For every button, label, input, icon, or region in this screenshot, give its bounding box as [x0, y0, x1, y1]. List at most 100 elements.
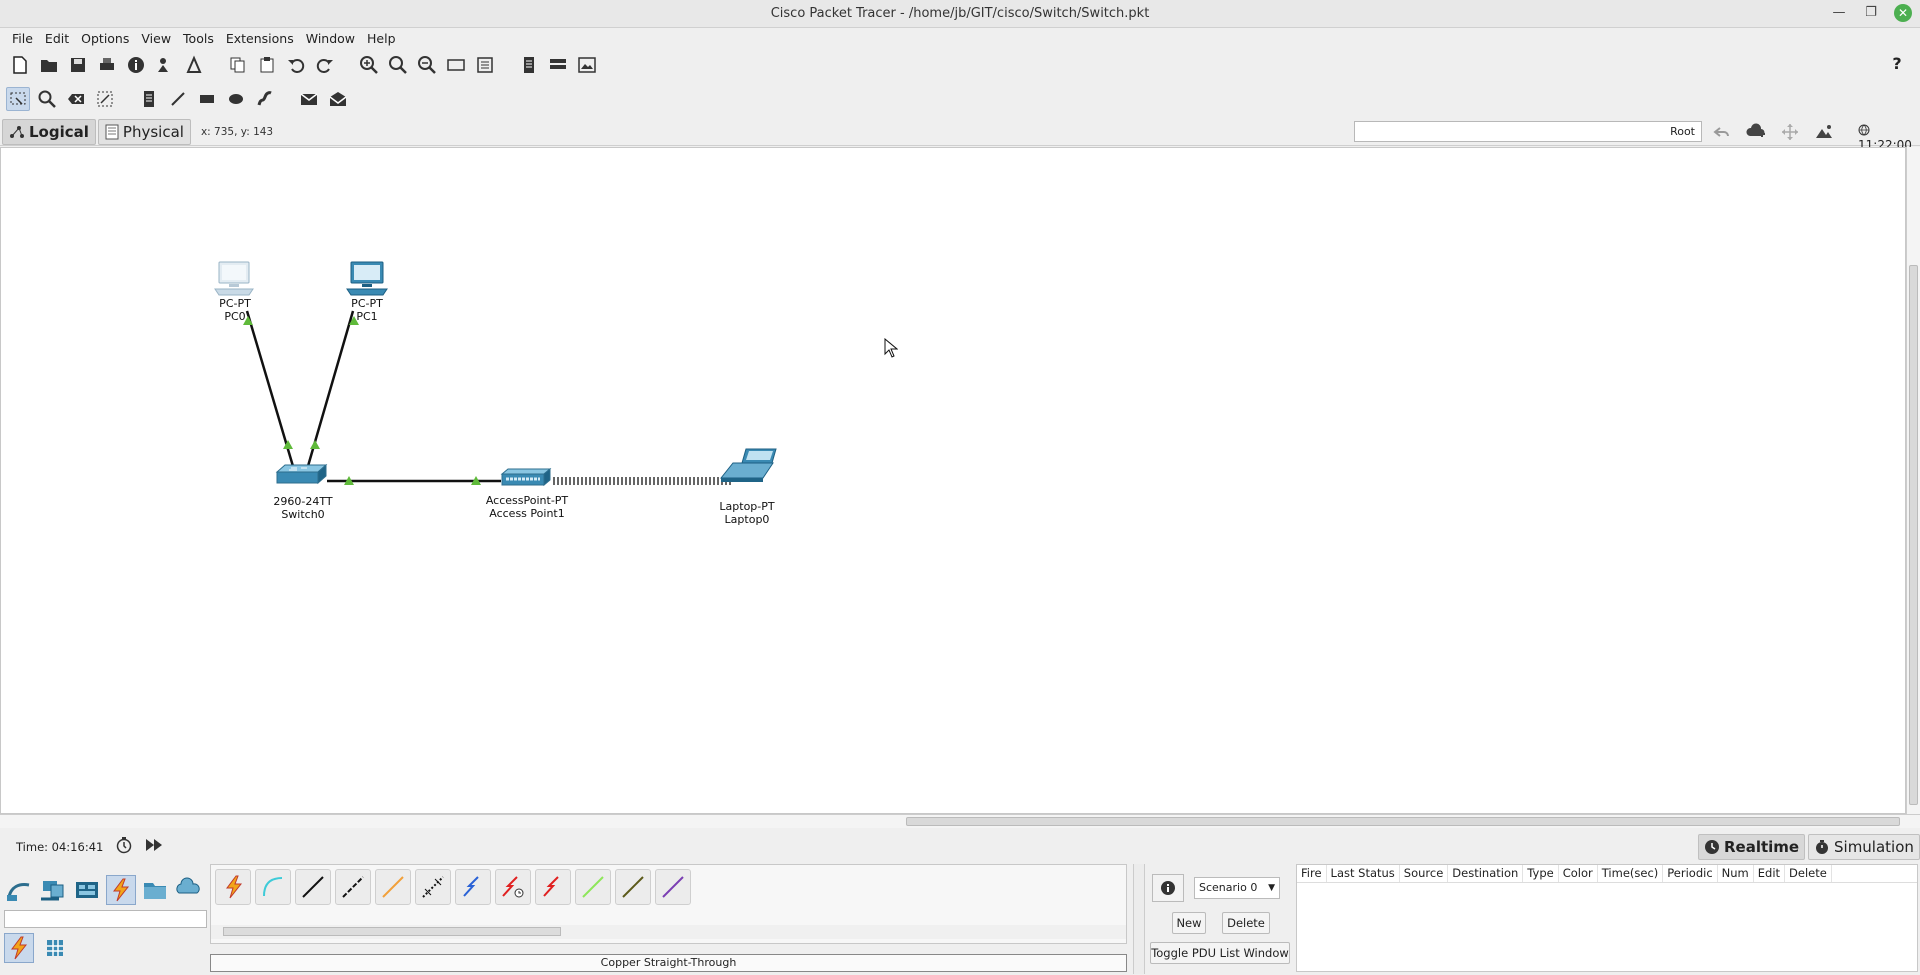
fiber-icon[interactable]: [375, 869, 411, 905]
move-object-icon[interactable]: [1778, 120, 1802, 144]
network-info-icon[interactable]: [546, 53, 570, 77]
panel-divider[interactable]: [1133, 864, 1145, 974]
place-note-icon[interactable]: [137, 87, 161, 111]
col-delete[interactable]: Delete: [1785, 865, 1832, 882]
col-periodic[interactable]: Periodic: [1663, 865, 1718, 882]
zoom-reset-icon[interactable]: [386, 53, 410, 77]
minimize-icon[interactable]: —: [1830, 4, 1848, 22]
col-fire[interactable]: Fire: [1297, 865, 1327, 882]
menu-options[interactable]: Options: [75, 28, 135, 50]
help-icon[interactable]: ?: [1886, 53, 1908, 75]
simulation-mode-button[interactable]: Simulation: [1808, 834, 1920, 860]
console-cable-icon[interactable]: [255, 869, 291, 905]
menu-file[interactable]: File: [6, 28, 39, 50]
end-devices-icon[interactable]: [38, 875, 68, 905]
scenario-select[interactable]: Scenario 0 ▼: [1194, 877, 1280, 899]
freeform-icon[interactable]: [253, 87, 277, 111]
structured-cabling-icon[interactable]: [40, 933, 70, 963]
pc1-icon[interactable]: [346, 261, 388, 296]
coaxial-icon[interactable]: [455, 869, 491, 905]
new-cluster-icon[interactable]: [1744, 120, 1768, 144]
save-icon[interactable]: [66, 53, 90, 77]
delete-icon[interactable]: [64, 87, 88, 111]
background-image-icon[interactable]: [1812, 120, 1836, 144]
auto-connection-icon[interactable]: [215, 869, 251, 905]
col-destination[interactable]: Destination: [1448, 865, 1524, 882]
zoom-out-icon[interactable]: [415, 53, 439, 77]
menu-tools[interactable]: Tools: [177, 28, 220, 50]
network-devices-icon[interactable]: [4, 875, 34, 905]
menu-window[interactable]: Window: [300, 28, 361, 50]
maximize-icon[interactable]: ❐: [1862, 4, 1880, 22]
copy-icon[interactable]: [226, 53, 250, 77]
col-num[interactable]: Num: [1718, 865, 1754, 882]
back-icon[interactable]: [1710, 120, 1734, 144]
redo-icon[interactable]: [313, 53, 337, 77]
custom-devices-icon[interactable]: [473, 53, 497, 77]
new-scenario-button[interactable]: New: [1172, 912, 1206, 934]
cable-scrollbar[interactable]: [211, 925, 1126, 939]
components-icon[interactable]: [72, 875, 102, 905]
iot-custom-cable-icon[interactable]: [615, 869, 651, 905]
copper-cross-over-icon[interactable]: [335, 869, 371, 905]
inspect-icon[interactable]: [35, 87, 59, 111]
laptop0-icon[interactable]: [719, 448, 777, 482]
vertical-scrollbar[interactable]: [1906, 147, 1920, 814]
menu-view[interactable]: View: [135, 28, 177, 50]
add-simple-pdu-icon[interactable]: [297, 87, 321, 111]
power-cycle-icon[interactable]: [115, 836, 133, 857]
menu-help[interactable]: Help: [361, 28, 402, 50]
device-search-input[interactable]: [4, 910, 207, 928]
new-file-icon[interactable]: [8, 53, 32, 77]
toggle-pdu-list-button[interactable]: Toggle PDU List Window: [1150, 942, 1290, 964]
activity-wizard-icon[interactable]: [182, 53, 206, 77]
col-source[interactable]: Source: [1400, 865, 1449, 882]
paste-icon[interactable]: [255, 53, 279, 77]
resize-icon[interactable]: [93, 87, 117, 111]
switch0-icon[interactable]: [275, 463, 328, 485]
notes-icon[interactable]: [517, 53, 541, 77]
drawing-palette-icon[interactable]: [444, 53, 468, 77]
octal-cable-icon[interactable]: [575, 869, 611, 905]
menu-extensions[interactable]: Extensions: [220, 28, 300, 50]
zoom-in-icon[interactable]: [357, 53, 381, 77]
logical-workspace[interactable]: PC-PT PC0 PC-PT PC1 2960-24TT Switch0 Ac…: [0, 147, 1906, 814]
serial-dce-icon[interactable]: [495, 869, 531, 905]
horizontal-scrollbar[interactable]: [0, 814, 1920, 828]
miscellaneous-icon[interactable]: [140, 875, 170, 905]
wizard-icon[interactable]: [153, 53, 177, 77]
screenshot-icon[interactable]: [575, 53, 599, 77]
draw-ellipse-icon[interactable]: [224, 87, 248, 111]
copper-straight-through-icon[interactable]: [295, 869, 331, 905]
draw-line-icon[interactable]: [166, 87, 190, 111]
col-time[interactable]: Time(sec): [1598, 865, 1664, 882]
add-complex-pdu-icon[interactable]: [326, 87, 350, 111]
col-edit[interactable]: Edit: [1754, 865, 1786, 882]
info-icon[interactable]: [124, 53, 148, 77]
realtime-mode-button[interactable]: Realtime: [1698, 834, 1806, 860]
vertical-scroll-thumb[interactable]: [1909, 265, 1918, 805]
select-tool-icon[interactable]: [6, 87, 30, 111]
menu-edit[interactable]: Edit: [39, 28, 75, 50]
delete-scenario-button[interactable]: Delete: [1222, 912, 1270, 934]
phone-cable-icon[interactable]: [415, 869, 451, 905]
access-point1-icon[interactable]: [500, 467, 552, 487]
connections-icon[interactable]: [106, 875, 136, 905]
serial-dte-icon[interactable]: [535, 869, 571, 905]
fast-forward-icon[interactable]: [145, 838, 163, 855]
pc0-icon[interactable]: [214, 261, 254, 296]
usb-cable-icon[interactable]: [655, 869, 691, 905]
open-folder-icon[interactable]: [37, 53, 61, 77]
draw-rectangle-icon[interactable]: [195, 87, 219, 111]
close-icon[interactable]: ✕: [1894, 4, 1912, 22]
connections-subcategory-icon[interactable]: [4, 933, 34, 963]
tab-logical[interactable]: Logical: [2, 118, 96, 145]
col-type[interactable]: Type: [1523, 865, 1559, 882]
print-icon[interactable]: [95, 53, 119, 77]
undo-icon[interactable]: [284, 53, 308, 77]
col-color[interactable]: Color: [1559, 865, 1598, 882]
multiuser-connection-icon[interactable]: [174, 875, 204, 905]
col-last-status[interactable]: Last Status: [1327, 865, 1400, 882]
tab-physical[interactable]: Physical: [97, 118, 191, 145]
horizontal-scroll-thumb[interactable]: [906, 817, 1900, 826]
